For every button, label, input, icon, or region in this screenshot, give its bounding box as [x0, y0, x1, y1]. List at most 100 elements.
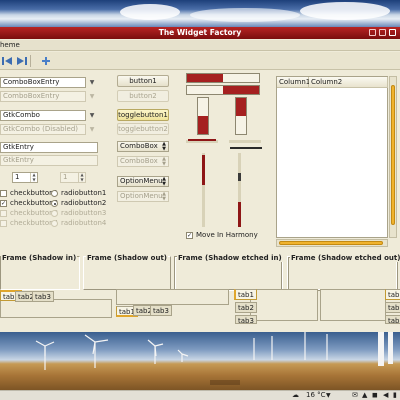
- maximize-icon[interactable]: [379, 29, 386, 36]
- close-icon[interactable]: [389, 29, 396, 36]
- notebook-left: [250, 289, 318, 321]
- hscale-trough[interactable]: [229, 140, 261, 143]
- frame-label: Frame (Shadow etched out): [290, 254, 400, 262]
- radio-icon[interactable]: [51, 190, 58, 197]
- system-panel: ☁ 16 °C ▼ ✉ ▲ ◼ ◀ ▮: [0, 390, 400, 400]
- gtkentry-disabled-field: GtkEntry: [0, 155, 98, 166]
- checkbox-checked-icon[interactable]: ✓: [186, 232, 193, 239]
- chevron-down-icon[interactable]: ▼: [87, 77, 97, 88]
- cloud: [120, 4, 180, 20]
- tab-3[interactable]: tab3: [385, 315, 400, 325]
- spinbutton-disabled-value: 1: [63, 173, 68, 181]
- combobox-disabled: ComboBox ▲ ▼: [117, 156, 169, 167]
- togglebutton2: togglebutton2: [117, 123, 169, 135]
- vertical-scrollbar[interactable]: [389, 76, 397, 238]
- frame-shadow-etched-out: Frame (Shadow etched out): [287, 254, 400, 290]
- checkbox-icon[interactable]: [0, 190, 7, 197]
- cloud: [300, 2, 390, 20]
- vscale-slider[interactable]: [238, 173, 241, 181]
- togglebutton1[interactable]: togglebutton1: [117, 109, 169, 121]
- radiobutton-label: radiobutton4: [61, 219, 107, 227]
- tab-2[interactable]: tab2: [385, 302, 400, 313]
- radiobutton4: radiobutton4: [51, 219, 106, 228]
- tab-1[interactable]: tab1: [385, 289, 400, 300]
- weather-icon[interactable]: ☁: [292, 391, 299, 400]
- hscale-slider[interactable]: [230, 147, 262, 149]
- treeview[interactable]: Column1 Column2: [276, 76, 388, 238]
- lock-icon[interactable]: ▲: [362, 391, 367, 400]
- cloud: [190, 8, 300, 22]
- wind-turbines-image: [35, 332, 393, 385]
- radiobutton-label: radiobutton2: [61, 199, 107, 207]
- window-titlebar[interactable]: The Widget Factory: [0, 27, 400, 39]
- goto-first-icon[interactable]: [1, 55, 13, 67]
- treeview-column-header[interactable]: Column1: [277, 77, 310, 88]
- chevron-down-icon[interactable]: ▼: [326, 391, 331, 400]
- checkbutton2[interactable]: ✓ checkbutton2: [0, 199, 58, 208]
- gtkcombo-disabled-field: GtkCombo (Disabled): [0, 124, 86, 135]
- mail-icon[interactable]: ✉: [352, 391, 358, 400]
- tab-3[interactable]: tab3: [150, 305, 172, 316]
- comboboxentry-field[interactable]: ComboBoxEntry: [0, 77, 86, 88]
- treeview-column-header[interactable]: Column2: [309, 77, 388, 88]
- combobox[interactable]: ComboBox ▲ ▼: [117, 141, 169, 152]
- battery-icon[interactable]: ▮: [393, 391, 397, 400]
- spinbutton[interactable]: 1 ▲ ▼: [12, 172, 38, 183]
- gtkcombo-field[interactable]: GtkCombo: [0, 110, 86, 121]
- spin-arrows-icon[interactable]: ▲ ▼: [30, 172, 37, 182]
- updown-icon: ▲ ▼: [162, 176, 166, 187]
- volume-icon[interactable]: ◀: [383, 391, 388, 400]
- widget-factory-window: The Widget Factory heme ComboBoxEntry ▼ …: [0, 27, 400, 332]
- chevron-down-icon: ▼: [89, 126, 95, 133]
- radiobutton1[interactable]: radiobutton1: [51, 189, 106, 198]
- menu-theme[interactable]: heme: [0, 41, 20, 49]
- hscale-slider[interactable]: [188, 139, 216, 141]
- goto-last-icon[interactable]: [16, 55, 28, 67]
- frame-label: Frame (Shadow etched in): [177, 254, 283, 262]
- tab-3[interactable]: tab3: [32, 291, 54, 302]
- add-icon[interactable]: [40, 55, 52, 67]
- vscale-slider[interactable]: [202, 155, 205, 185]
- tab-1[interactable]: tab1: [234, 289, 257, 300]
- radio-selected-icon[interactable]: [51, 200, 58, 207]
- toolbar: [0, 52, 400, 70]
- checkbutton4: checkbutton4: [0, 219, 58, 228]
- gtkentry-field[interactable]: GtkEntry: [0, 142, 98, 153]
- minimize-icon[interactable]: [369, 29, 376, 36]
- checkbutton1[interactable]: checkbutton1: [0, 189, 58, 198]
- weather-temperature[interactable]: 16 °C: [306, 391, 326, 400]
- scrollbar-thumb[interactable]: [391, 85, 395, 225]
- notebook-bottom: [116, 289, 229, 305]
- spin-arrows-icon: ▲ ▼: [78, 172, 85, 182]
- button1[interactable]: button1: [117, 75, 169, 87]
- network-icon[interactable]: ◼: [372, 391, 378, 400]
- chevron-down-icon[interactable]: ▼: [87, 110, 97, 121]
- tab-3[interactable]: tab3: [235, 315, 257, 325]
- horizontal-scrollbar[interactable]: [276, 239, 388, 247]
- frame-label: Frame (Shadow in): [1, 254, 78, 262]
- button2: button2: [117, 90, 169, 102]
- updown-icon: ▲ ▼: [162, 141, 166, 152]
- progressbar-vertical-2: [235, 97, 247, 135]
- frame-shadow-etched-in: Frame (Shadow etched in): [174, 254, 283, 290]
- move-in-harmony-check[interactable]: ✓ Move In Harmony: [186, 231, 258, 240]
- optionmenu-value: OptionMenu: [120, 192, 163, 200]
- optionmenu-disabled: OptionMenu ▲ ▼: [117, 191, 169, 202]
- optionmenu[interactable]: OptionMenu ▲ ▼: [117, 176, 169, 187]
- desktop-wallpaper-bottom: [0, 332, 400, 390]
- checkbox-icon: [0, 220, 7, 227]
- tab-2[interactable]: tab2: [235, 302, 257, 313]
- progress-fill: [198, 116, 208, 134]
- progress-fill: [236, 98, 246, 116]
- progressbar-horizontal-1: [186, 73, 260, 83]
- menubar: heme: [0, 40, 400, 51]
- scrollbar-thumb[interactable]: [279, 241, 383, 245]
- checkbox-checked-icon[interactable]: ✓: [0, 200, 7, 207]
- progress-fill: [223, 86, 259, 94]
- radiobutton2[interactable]: radiobutton2: [51, 199, 106, 208]
- checkbutton3: checkbutton3: [0, 209, 58, 218]
- vscale-slider[interactable]: [238, 202, 241, 227]
- comboboxentry-disabled-field: ComboBoxEntry: [0, 91, 86, 102]
- combobox-value: ComboBox: [120, 157, 158, 165]
- toolbar-separator: [30, 55, 31, 67]
